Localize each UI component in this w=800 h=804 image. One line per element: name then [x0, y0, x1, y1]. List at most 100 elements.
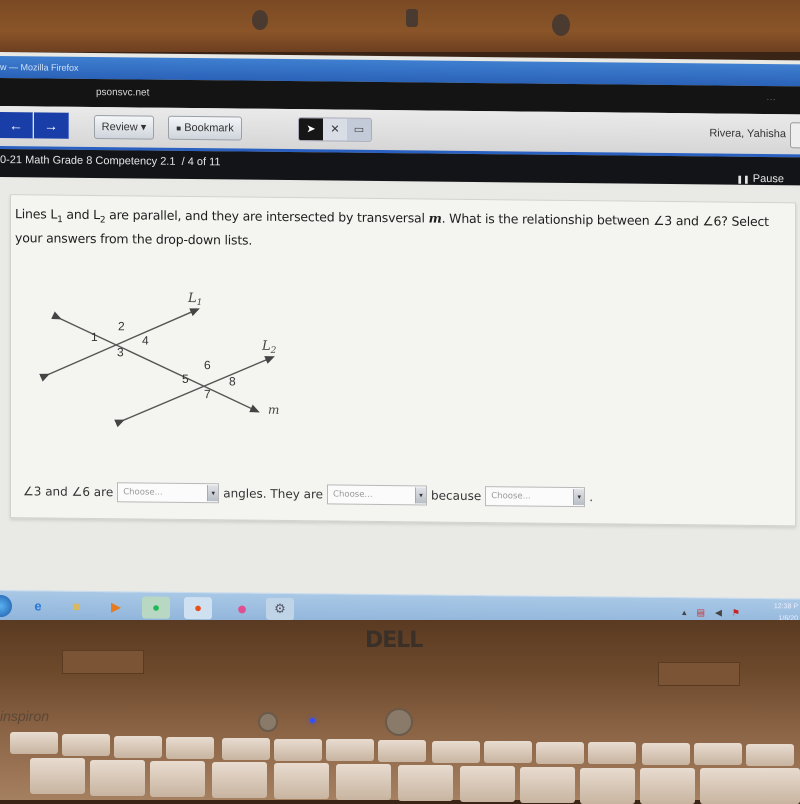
webcam	[406, 9, 418, 27]
system-app-icon[interactable]: ⚙	[266, 597, 294, 621]
key-f7[interactable]	[326, 739, 374, 761]
key-f9[interactable]	[432, 741, 480, 763]
key-f8[interactable]	[378, 740, 426, 762]
chevron-down-icon: ▾	[207, 485, 219, 502]
reason-dropdown[interactable]: Choose... ▾	[485, 486, 586, 508]
key-equals[interactable]	[640, 768, 695, 804]
label-m: m	[268, 403, 279, 417]
review-button[interactable]: Review ▾	[94, 114, 154, 140]
firefox-icon[interactable]: ●	[184, 596, 212, 620]
angle-1: 1	[91, 330, 98, 344]
key-0[interactable]	[520, 767, 575, 803]
key-8[interactable]	[398, 765, 453, 801]
tray-expand-icon[interactable]: ▴	[682, 607, 687, 618]
transversal-symbol: m	[428, 210, 442, 226]
system-tray: ▴ ▤ ◀ ⚑	[682, 607, 740, 619]
notepad-tool-icon[interactable]: ▭	[347, 118, 371, 141]
transversal-line	[51, 311, 260, 413]
key-minus[interactable]	[580, 768, 635, 804]
url-menu-icon[interactable]: …	[766, 92, 776, 103]
volume-icon[interactable]: ◀	[715, 607, 722, 618]
angle-4: 4	[142, 333, 149, 347]
pointer-tool-icon[interactable]: ➤	[299, 118, 323, 141]
key-f5[interactable]	[222, 738, 270, 760]
bookmark-button[interactable]: ■ Bookmark	[168, 115, 242, 141]
key-5[interactable]	[212, 762, 267, 798]
key-3[interactable]	[90, 760, 145, 796]
hinge-right	[658, 662, 740, 686]
user-name: Rivera, Yahisha	[709, 127, 786, 141]
model-name: inspiron	[0, 708, 50, 724]
key-9[interactable]	[460, 766, 515, 802]
bookmark-label: Bookmark	[184, 121, 234, 135]
angle-6: 6	[204, 358, 211, 372]
forward-button[interactable]: →	[34, 112, 69, 139]
key-4[interactable]	[150, 761, 205, 797]
label-l2: L2	[261, 339, 277, 356]
angle-8: 8	[229, 374, 236, 388]
key-f2[interactable]	[62, 734, 110, 756]
chevron-down-icon: ▾	[573, 489, 585, 506]
key-f1[interactable]	[10, 732, 58, 754]
pause-icon: ❚❚	[736, 174, 750, 184]
question-text: Lines L1 and L2 are parallel, and they a…	[15, 206, 769, 248]
url-text[interactable]: psonsvc.net	[96, 87, 149, 99]
key-f6[interactable]	[274, 739, 322, 761]
question-progress: / 4 of 11	[181, 155, 221, 169]
spotify-icon[interactable]: ●	[142, 596, 170, 619]
clock-time: 12:38 P	[773, 603, 798, 611]
eliminate-tool-icon[interactable]: ✕	[323, 118, 347, 141]
answer-prefix: ∠3 and ∠6 are	[23, 484, 114, 500]
answer-middle-2: because	[431, 488, 482, 504]
back-button[interactable]: ←	[0, 112, 33, 139]
hinge-left	[62, 650, 144, 674]
bezel-sensor	[252, 10, 268, 30]
angle-5: 5	[182, 372, 189, 386]
media-button[interactable]	[385, 708, 413, 736]
network-icon[interactable]: ▤	[696, 607, 705, 618]
file-explorer-icon[interactable]: ■	[62, 596, 90, 618]
internet-explorer-icon[interactable]: e	[24, 595, 52, 617]
tool-group: ➤ ✕ ▭	[298, 117, 372, 142]
key-7[interactable]	[336, 764, 391, 800]
bookmark-icon: ■	[176, 123, 182, 133]
key-insert[interactable]	[746, 744, 794, 766]
chevron-down-icon: ▾	[415, 487, 427, 504]
key-f3[interactable]	[114, 736, 162, 758]
start-orb-icon[interactable]	[0, 594, 12, 618]
screen: w — Mozilla Firefox psonsvc.net … ← → Re…	[0, 52, 800, 629]
label-l1: L1	[187, 291, 202, 308]
key-f4[interactable]	[166, 737, 214, 759]
media-player-icon[interactable]: ▶	[102, 596, 130, 618]
bezel-sensor	[552, 14, 570, 36]
key-2[interactable]	[30, 758, 85, 794]
test-content: Lines L1 and L2 are parallel, and they a…	[0, 180, 800, 599]
key-backspace[interactable]	[700, 768, 800, 804]
key-f11[interactable]	[536, 742, 584, 764]
status-led	[310, 718, 315, 723]
answer-row: ∠3 and ∠6 are Choose... ▾ angles. They a…	[23, 481, 594, 508]
angle-7: 7	[204, 387, 211, 401]
pause-label: Pause	[752, 172, 784, 186]
key-f10[interactable]	[484, 741, 532, 763]
key-6[interactable]	[274, 763, 329, 799]
user-menu-button[interactable]	[790, 122, 800, 149]
dell-logo: DELL	[365, 628, 423, 653]
angle-3: 3	[117, 345, 124, 359]
pause-button[interactable]: ❚❚ Pause	[736, 173, 784, 185]
pink-app-icon[interactable]: ●	[228, 597, 256, 619]
action-center-icon[interactable]: ⚑	[732, 608, 740, 619]
parallel-lines-diagram: L1 L2 m 1 2 3 4 5 6 7 8	[39, 291, 279, 428]
answer-suffix: .	[589, 490, 594, 505]
power-button[interactable]	[258, 712, 278, 732]
angle-type-dropdown[interactable]: Choose... ▾	[117, 482, 220, 504]
window-title: w — Mozilla Firefox	[0, 62, 79, 73]
laptop-bezel-top	[0, 0, 800, 52]
key-numlock[interactable]	[642, 743, 690, 765]
key-prtscr[interactable]	[694, 743, 742, 765]
key-f12[interactable]	[588, 742, 636, 764]
question-card: Lines L1 and L2 are parallel, and they a…	[10, 194, 796, 527]
answer-middle-1: angles. They are	[223, 486, 324, 502]
relationship-dropdown[interactable]: Choose... ▾	[327, 484, 428, 506]
angle-2: 2	[118, 319, 125, 333]
